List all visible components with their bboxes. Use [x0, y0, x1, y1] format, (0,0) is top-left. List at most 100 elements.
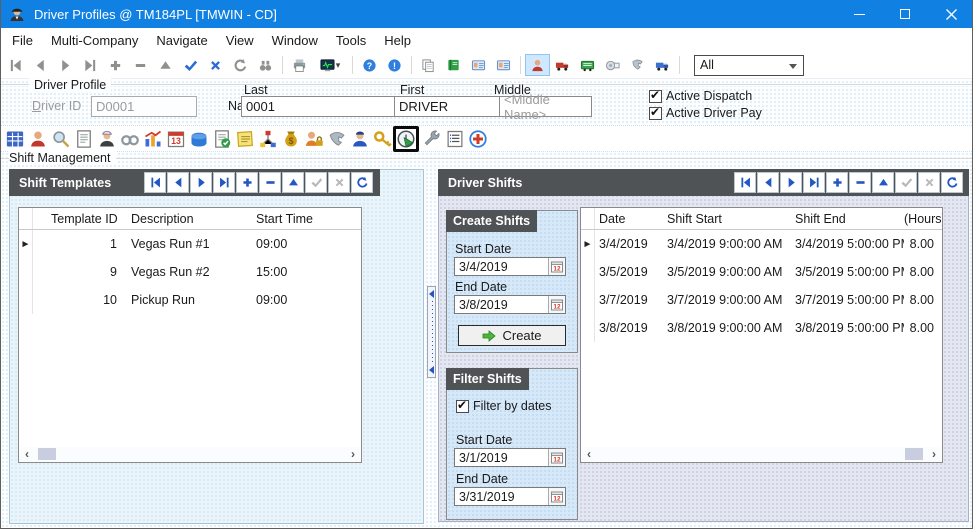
tools-button[interactable]	[422, 129, 442, 149]
scroll-left-arrow[interactable]: ‹	[20, 447, 34, 461]
shift-row[interactable]: ► 3/4/2019 3/4/2019 9:00:00 AM 3/4/2019 …	[581, 230, 942, 258]
filter-by-dates-row[interactable]: Filter by dates	[456, 399, 552, 413]
templates-last-button[interactable]	[213, 172, 235, 193]
first-name-field[interactable]: DRIVER	[394, 96, 500, 117]
pay-grid-button[interactable]	[5, 129, 25, 149]
user-permissions-button[interactable]	[304, 129, 324, 149]
shifts-next-button[interactable]	[780, 172, 802, 193]
phone-receiver-button[interactable]	[327, 129, 347, 149]
calendar-picker-button[interactable]: 12	[548, 488, 565, 505]
driver-id-field[interactable]: D0001	[91, 96, 197, 117]
filter-by-dates-checkbox[interactable]	[456, 400, 469, 413]
ticket-roll-button[interactable]	[600, 54, 625, 76]
menu-help[interactable]: Help	[375, 30, 420, 51]
access-key-button[interactable]	[373, 129, 393, 149]
help-button[interactable]: ?	[357, 54, 382, 76]
templates-previous-button[interactable]	[167, 172, 189, 193]
active-driver-pay-row[interactable]: Active Driver Pay	[649, 106, 762, 120]
filter-start-date-field[interactable]: 3/1/2019 12	[454, 448, 566, 467]
reference-book-button[interactable]	[441, 54, 466, 76]
templates-refresh-button[interactable]	[351, 172, 373, 193]
copy-profile-button[interactable]	[416, 54, 441, 76]
scrollbar-thumb[interactable]	[905, 448, 923, 460]
shifts-delete-button[interactable]	[849, 172, 871, 193]
shifts-horizontal-scrollbar[interactable]: ‹ ›	[582, 447, 941, 461]
col-hours[interactable]: (Hours)	[904, 212, 942, 226]
close-button[interactable]	[928, 0, 973, 28]
splitter-collapse-arrow[interactable]	[429, 290, 434, 298]
middle-name-field[interactable]: <Middle Name>	[499, 96, 592, 117]
shifts-move-up-button[interactable]	[872, 172, 894, 193]
maximize-button[interactable]	[882, 0, 928, 28]
dispatcher-button[interactable]	[97, 129, 117, 149]
templates-delete-button[interactable]	[259, 172, 281, 193]
move-up-button[interactable]	[153, 54, 178, 76]
menu-file[interactable]: File	[3, 30, 42, 51]
print-button[interactable]	[287, 54, 312, 76]
templates-move-up-button[interactable]	[282, 172, 304, 193]
shifts-save-button[interactable]	[895, 172, 917, 193]
create-button[interactable]: Create	[458, 325, 566, 346]
tractor-profiles-button[interactable]	[550, 54, 575, 76]
shifts-first-button[interactable]	[734, 172, 756, 193]
calendar-picker-button[interactable]: 12	[548, 449, 565, 466]
shift-row[interactable]: 3/5/2019 3/5/2019 9:00:00 AM 3/5/2019 5:…	[581, 258, 942, 286]
save-button[interactable]	[178, 54, 203, 76]
shifts-cancel-button[interactable]	[918, 172, 940, 193]
enforcement-button[interactable]	[350, 129, 370, 149]
col-start-time[interactable]: Start Time	[248, 212, 361, 226]
calendar-picker-button[interactable]: 12	[548, 258, 565, 275]
chart-button[interactable]	[143, 129, 163, 149]
driver-button[interactable]	[28, 129, 48, 149]
trailer-profiles-button[interactable]	[575, 54, 600, 76]
id-card-button[interactable]	[466, 54, 491, 76]
scroll-right-arrow[interactable]: ›	[927, 447, 941, 461]
templates-next-button[interactable]	[190, 172, 212, 193]
scroll-left-arrow[interactable]: ‹	[582, 447, 596, 461]
shifts-previous-button[interactable]	[757, 172, 779, 193]
template-row[interactable]: 10 Pickup Run 09:00	[19, 286, 361, 314]
templates-horizontal-scrollbar[interactable]: ‹ ›	[20, 447, 360, 461]
active-dispatch-row[interactable]: Active Dispatch	[649, 89, 752, 103]
menu-view[interactable]: View	[217, 30, 263, 51]
delete-record-button[interactable]	[128, 54, 153, 76]
phone-button[interactable]	[625, 54, 650, 76]
storage-bin-button[interactable]	[189, 129, 209, 149]
first-aid-button[interactable]	[468, 129, 488, 149]
col-shift-start[interactable]: Shift Start	[663, 212, 791, 226]
menu-navigate[interactable]: Navigate	[147, 30, 216, 51]
report-button[interactable]	[74, 129, 94, 149]
template-row[interactable]: 9 Vegas Run #2 15:00	[19, 258, 361, 286]
col-description[interactable]: Description	[123, 212, 248, 226]
menu-multi-company[interactable]: Multi-Company	[42, 30, 147, 51]
system-monitor-button[interactable]: ▾	[312, 54, 348, 76]
templates-first-button[interactable]	[144, 172, 166, 193]
col-shift-end[interactable]: Shift End	[791, 212, 904, 226]
activity-list-button[interactable]	[445, 129, 465, 149]
first-record-button[interactable]	[3, 54, 28, 76]
next-record-button[interactable]	[53, 54, 78, 76]
scrollbar-thumb[interactable]	[38, 448, 56, 460]
find-button[interactable]	[253, 54, 278, 76]
template-row[interactable]: ► 1 Vegas Run #1 09:00	[19, 230, 361, 258]
minimize-button[interactable]	[836, 0, 882, 28]
payroll-button[interactable]: $	[281, 129, 301, 149]
templates-save-button[interactable]	[305, 172, 327, 193]
templates-cancel-button[interactable]	[328, 172, 350, 193]
shift-row[interactable]: 3/8/2019 3/8/2019 9:00:00 AM 3/8/2019 5:…	[581, 314, 942, 342]
driver-profiles-button[interactable]	[525, 54, 550, 76]
last-record-button[interactable]	[78, 54, 103, 76]
menu-tools[interactable]: Tools	[327, 30, 375, 51]
carrier-profiles-button[interactable]	[650, 54, 675, 76]
refresh-button[interactable]	[228, 54, 253, 76]
notes-button[interactable]	[235, 129, 255, 149]
active-driver-pay-checkbox[interactable]	[649, 107, 662, 120]
shifts-add-button[interactable]	[826, 172, 848, 193]
handcuffs-button[interactable]	[120, 129, 140, 149]
scroll-filter-select[interactable]: All	[694, 55, 804, 76]
id-card-alt-button[interactable]	[491, 54, 516, 76]
templates-add-button[interactable]	[236, 172, 258, 193]
checked-document-button[interactable]	[212, 129, 232, 149]
calendar-picker-button[interactable]: 12	[548, 296, 565, 313]
shifts-last-button[interactable]	[803, 172, 825, 193]
